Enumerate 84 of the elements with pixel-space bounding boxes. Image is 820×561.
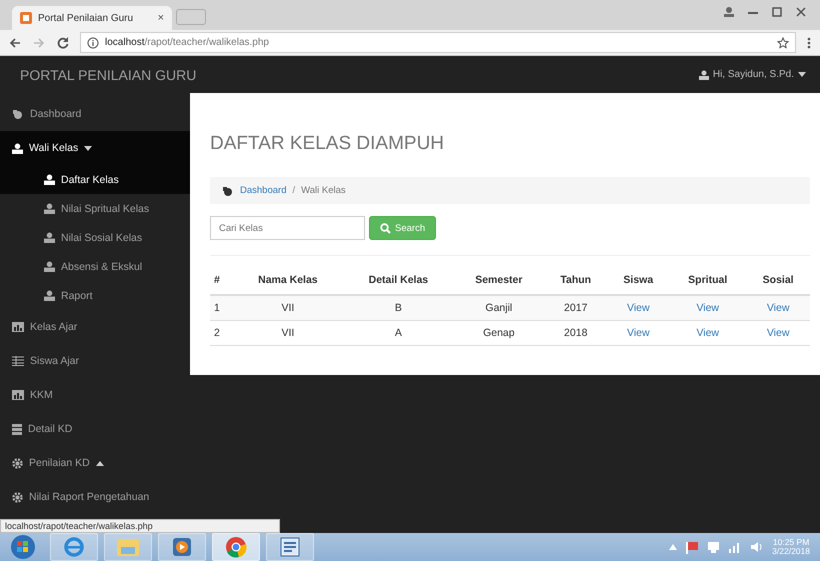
tray-arrow-icon[interactable] [669,544,678,550]
sidebar-item[interactable]: Detail KD [0,412,190,446]
sidebar-item[interactable]: Penilaian KD [0,446,190,480]
table-cell: 2017 [564,302,588,314]
reload-icon[interactable] [56,36,70,50]
view-link[interactable]: View [766,327,790,339]
search-icon [380,222,391,234]
maximize-icon[interactable] [770,6,784,18]
user-icon [44,290,55,301]
table-cell: 2018 [564,327,588,339]
sidebar-subitem[interactable]: Nilai Sosial Kelas [0,223,190,252]
sidebar-item[interactable]: Kelas Ajar [0,310,190,344]
caret-icon [96,460,104,466]
view-link[interactable]: View [627,327,650,339]
network-icon[interactable] [707,540,720,554]
taskbar-app[interactable] [266,533,314,561]
brand-title[interactable]: PORTAL PENILAIAN GURU [20,66,196,82]
info-icon [87,36,99,48]
sidebar-item[interactable]: KKM [0,378,190,412]
breadcrumb-current: Wali Kelas [301,185,346,196]
sidebar-item[interactable]: Dashboard [0,97,190,131]
flag-icon[interactable] [685,540,700,554]
table-cell: 2 [214,327,220,339]
address-bar[interactable]: localhost/rapot/teacher/walikelas.php [80,32,796,53]
chrome-icon [225,536,247,558]
table-cell: VII [281,302,294,314]
view-link[interactable]: View [766,302,790,314]
close-icon[interactable] [794,6,808,18]
status-url-tooltip: localhost/rapot/teacher/walikelas.php [0,519,280,533]
user-icon [44,232,55,243]
folder-icon [116,537,140,557]
chart-icon [12,322,24,332]
site-icon [20,12,32,24]
user-icon [44,174,55,185]
sidebar-item[interactable]: Wali Kelas [0,131,190,165]
dashboard-icon [222,186,234,196]
sidebar-subitem[interactable]: Nilai Spritual Kelas [0,194,190,223]
user-icon [12,142,23,154]
document-icon [279,537,301,557]
caret-icon [84,146,92,150]
table-cell: 1 [214,302,220,314]
close-tab-button[interactable]: × [158,12,164,24]
taskbar-app[interactable] [212,533,260,561]
list-icon [12,424,22,434]
browser-e-icon [63,536,85,558]
table-cell: B [394,302,402,314]
taskbar-app[interactable] [50,533,98,561]
windows-logo-icon [10,534,36,560]
media-player-icon [171,536,193,558]
browser-tab[interactable]: Portal Penilaian Guru × [12,6,172,30]
caret-icon [798,72,806,77]
start-button[interactable] [10,534,36,560]
sidebar-item[interactable]: Siswa Ajar [0,344,190,378]
tab-title: Portal Penilaian Guru [38,12,134,24]
view-link[interactable]: View [696,327,720,339]
user-icon[interactable] [722,6,736,18]
view-link[interactable]: View [696,302,720,314]
breadcrumb-separator: / [292,185,296,196]
sidebar-subitem[interactable]: Raport [0,281,190,310]
chart-icon [12,390,24,400]
sidebar-subitem[interactable]: Daftar Kelas [0,165,190,194]
gear-icon [12,458,23,468]
back-icon[interactable] [8,36,22,50]
user-menu[interactable]: Hi, Sayidun, S.Pd. [698,69,806,80]
user-icon [44,203,55,214]
taskbar-app[interactable] [158,533,206,561]
table-icon [12,356,24,366]
gear-icon [12,492,23,502]
user-icon [44,261,55,272]
breadcrumb-link[interactable]: Dashboard [240,185,286,196]
view-link[interactable]: View [627,302,650,314]
menu-icon[interactable] [806,36,812,50]
dashboard-icon [12,109,24,119]
search-field[interactable]: Cari Kelas [210,216,365,240]
table-cell: A [394,327,402,339]
star-icon[interactable] [777,36,789,48]
sidebar-item[interactable]: Nilai Raport Pengetahuan [0,480,190,514]
page-title: DAFTAR KELAS DIAMPUH [210,133,446,155]
volume-icon[interactable] [750,541,764,553]
table-cell: Ganjil [485,302,512,314]
table-cell: VII [281,327,294,339]
sidebar-subitem[interactable]: Absensi & Ekskul [0,252,190,281]
user-icon [698,70,709,80]
table-cell: Genap [483,327,515,339]
